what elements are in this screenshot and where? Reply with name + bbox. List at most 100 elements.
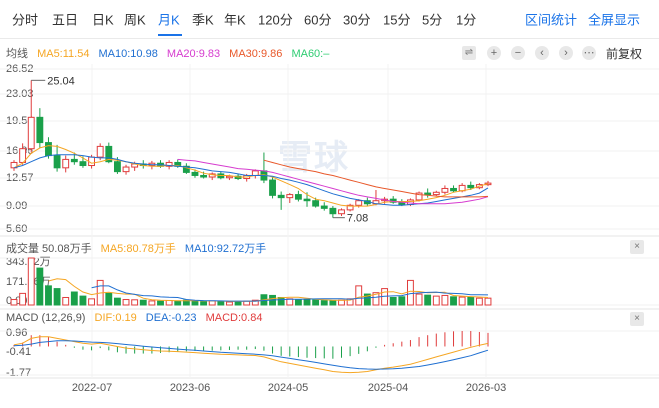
candle-body [484, 182, 492, 186]
scroll-right-icon[interactable]: › [559, 46, 573, 60]
volume-bar [372, 292, 380, 306]
tab-yearly-k[interactable]: 年K [224, 10, 246, 29]
volume-bar [312, 299, 320, 306]
volume-bar [338, 299, 345, 306]
volume-bar [286, 298, 294, 306]
candle-body [381, 198, 389, 202]
candle-body [320, 205, 328, 209]
vol-ma5-legend: MA5:80.78万手 [100, 243, 176, 255]
candle-body [53, 155, 61, 169]
scroll-left-icon[interactable]: ‹ [535, 46, 549, 60]
candle-body [45, 142, 52, 157]
tab-1-min[interactable]: 1分 [456, 10, 476, 29]
candle-body [450, 187, 457, 192]
tab-weekly-k[interactable]: 周K [124, 10, 146, 29]
volume-ma-lines [48, 278, 489, 302]
tab-quarterly-k[interactable]: 季K [192, 10, 214, 29]
volume-bar [62, 296, 70, 306]
volume-bar [131, 299, 139, 306]
tab-15-min[interactable]: 15分 [383, 10, 410, 29]
candle-body [226, 175, 233, 179]
candle-body [105, 145, 113, 163]
tab-intraday[interactable]: 分时 [12, 10, 38, 29]
volume-bar [53, 288, 61, 306]
ma-label: 均线 [6, 48, 28, 60]
volume-bar [79, 295, 87, 306]
adjust-mode-button[interactable]: 前复权 [606, 45, 642, 62]
fullscreen-link[interactable]: 全屏显示 [588, 10, 640, 29]
candle-body [122, 166, 130, 173]
tab-120-min[interactable]: 120分 [258, 10, 293, 29]
price-y-tick: 16.06 [6, 145, 34, 157]
tab-5-min[interactable]: 5分 [422, 10, 442, 29]
price-y-tick: 26.52 [6, 63, 34, 75]
zoom-in-icon[interactable]: + [487, 46, 501, 60]
volume-bar [467, 296, 475, 306]
volume-bar [320, 300, 328, 306]
candle-body [303, 198, 311, 202]
kline-chart[interactable]: 25.04 7.08 [0, 0, 659, 408]
candle-body [191, 171, 199, 176]
tab-60-min[interactable]: 60分 [304, 10, 331, 29]
volume-y-tick: 343.92万 [6, 256, 51, 268]
candle-body [424, 192, 432, 196]
ma60-legend: MA60:– [291, 48, 330, 60]
volume-bar [432, 295, 440, 306]
macd-y-tick: -0.41 [6, 346, 32, 358]
candle-body [475, 184, 483, 189]
volume-close-icon[interactable]: × [630, 240, 644, 254]
candle-body [36, 116, 44, 144]
volume-bar [157, 300, 164, 306]
price-y-tick: 12.57 [6, 172, 34, 184]
volume-bar [303, 299, 311, 306]
tab-30-min[interactable]: 30分 [343, 10, 370, 29]
volume-bar [424, 294, 432, 306]
tab-monthly-k[interactable]: 月K [158, 10, 180, 29]
volume-bar [200, 301, 208, 306]
volume-bar [208, 300, 216, 306]
candle-body [88, 156, 95, 167]
candle-body [329, 207, 337, 215]
candle-body [148, 162, 156, 167]
range-stats-link[interactable]: 区间统计 [525, 10, 577, 29]
volume-bar [398, 296, 406, 306]
candle-body [200, 174, 208, 178]
candle-body [243, 174, 251, 180]
volume-bar [363, 293, 371, 306]
volume-y-tick: 0.00 [6, 295, 28, 307]
zoom-out-icon[interactable]: − [511, 46, 525, 60]
tab-daily-k[interactable]: 日K [92, 10, 114, 29]
volume-bar [355, 285, 363, 306]
candle-body [208, 173, 216, 178]
xueqiu-watermark: 雪球 [278, 139, 350, 177]
ma10-legend: MA10:10.98 [98, 48, 158, 60]
candle-body [174, 161, 182, 167]
volume-bar [226, 301, 233, 306]
volume-bar [415, 293, 423, 306]
ma30-legend: MA30:9.86 [229, 48, 283, 60]
candle-body [217, 173, 225, 179]
price-y-tick: 9.09 [6, 200, 28, 212]
volume-bar [441, 294, 449, 306]
candle-body [338, 209, 345, 215]
volume-bar [475, 297, 483, 306]
low-marker-label: 7.08 [347, 213, 368, 225]
candle-body [407, 199, 414, 206]
ma5-legend: MA5:11.54 [37, 48, 90, 60]
tab-five-day[interactable]: 五日 [52, 10, 78, 29]
volume-bar [294, 299, 302, 306]
period-tabs: 分时 五日 日K 周K 月K 季K 年K 120分 60分 30分 15分 5分… [0, 0, 659, 39]
x-axis-tick: 2025-04 [367, 382, 409, 394]
volume-bar [260, 294, 268, 306]
candle-body [441, 187, 449, 193]
volume-bar [105, 292, 113, 306]
price-y-tick: 23.03 [6, 88, 34, 100]
active-tab-indicator [158, 34, 182, 36]
x-axis-tick: 2023-06 [169, 382, 211, 394]
candle-body [467, 184, 475, 189]
draw-tool-icon[interactable]: ⇌ [462, 46, 476, 60]
dea-legend: DEA:-0.23 [145, 312, 197, 324]
candle-body [363, 200, 371, 205]
macd-close-icon[interactable]: × [630, 312, 644, 326]
more-options-icon[interactable]: ⋯ [582, 46, 596, 60]
